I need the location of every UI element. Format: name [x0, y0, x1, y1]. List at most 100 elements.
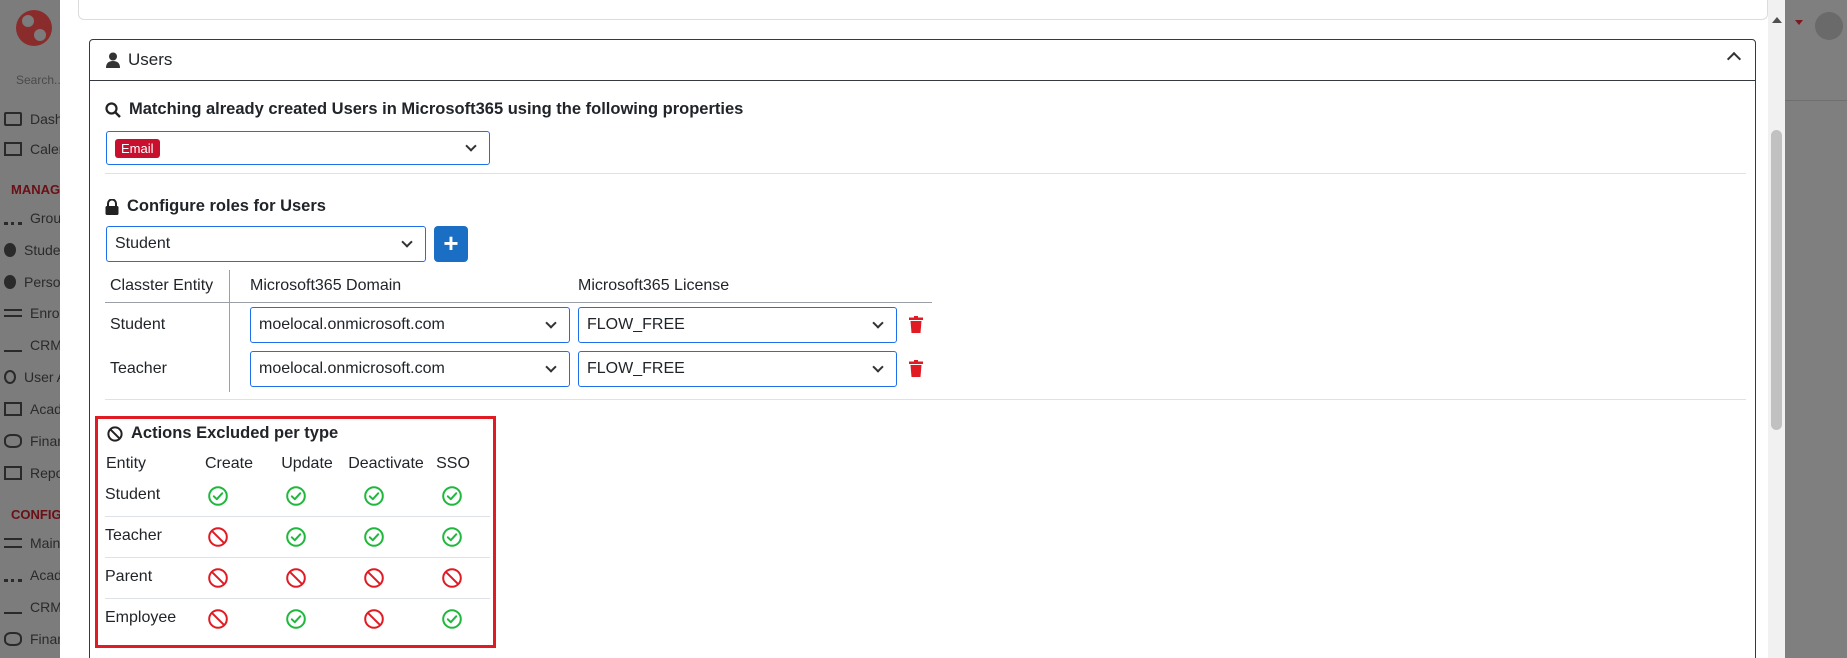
chevron-down-icon	[872, 317, 884, 329]
roles-title: Configure roles for Users	[105, 197, 326, 216]
nav-item-reports[interactable]: Reports	[4, 462, 60, 484]
nav-item-finance[interactable]: Finance	[4, 430, 60, 452]
domain-select[interactable]: moelocal.onmicrosoft.com	[250, 351, 570, 387]
roles-title-text: Configure roles for Users	[127, 197, 326, 215]
lock-icon	[105, 198, 119, 215]
nav-label: Finance	[30, 433, 60, 449]
calendar-icon	[4, 142, 22, 156]
ban-icon[interactable]	[207, 608, 229, 630]
check-circle-icon[interactable]	[285, 608, 307, 630]
role-select-value: Student	[115, 235, 171, 252]
nav-label: Dashboard	[30, 111, 60, 127]
nav-label: CRM	[30, 337, 60, 353]
ban-icon	[107, 425, 123, 442]
nav-item-persons[interactable]: Persons	[4, 271, 60, 293]
students-icon	[4, 243, 16, 257]
role-select[interactable]: Student	[106, 226, 426, 262]
chevron-up-icon[interactable]	[1726, 51, 1742, 67]
check-circle-icon[interactable]	[441, 485, 463, 507]
actions-title: Actions Excluded per type	[107, 424, 338, 443]
trash-icon[interactable]	[909, 360, 923, 377]
coins-icon	[4, 632, 22, 646]
nav-item-academic[interactable]: Academic	[4, 398, 60, 420]
nav-label: Persons	[24, 274, 60, 290]
nav-section-config: CONFIG	[11, 507, 60, 522]
divider	[105, 598, 490, 599]
domain-select[interactable]: moelocal.onmicrosoft.com	[250, 307, 570, 343]
groups-icon	[4, 211, 22, 225]
ban-icon[interactable]	[207, 567, 229, 589]
ban-icon[interactable]	[285, 567, 307, 589]
ban-icon[interactable]	[363, 608, 385, 630]
sliders-icon	[4, 538, 22, 548]
divider	[105, 302, 932, 303]
chevron-down-icon[interactable]	[1795, 20, 1803, 25]
divider	[105, 399, 1746, 400]
previous-card	[78, 0, 1768, 20]
matching-properties-select[interactable]: Email	[106, 131, 490, 165]
nav-label: Groups	[30, 210, 60, 226]
nav-label: Students	[24, 242, 60, 258]
nav-item-finance-settings[interactable]: Finance Settings	[4, 628, 60, 650]
domain-value: moelocal.onmicrosoft.com	[259, 360, 445, 377]
nav-item-students[interactable]: Students	[4, 239, 60, 261]
chevron-down-icon	[545, 317, 557, 329]
laptop-icon	[4, 112, 22, 126]
nav-item-crm-settings[interactable]: CRM Settings	[4, 596, 60, 618]
groups-icon	[4, 568, 22, 582]
check-circle-icon[interactable]	[363, 485, 385, 507]
nav-item-crm[interactable]: CRM	[4, 334, 60, 356]
app-logo	[16, 10, 52, 46]
ban-icon[interactable]	[363, 567, 385, 589]
nav-item-academic-settings[interactable]: Academic Settings	[4, 564, 60, 586]
add-role-button[interactable]: +	[434, 226, 468, 262]
app-header-right	[1785, 0, 1847, 658]
role-entity: Teacher	[110, 360, 167, 377]
check-circle-icon[interactable]	[207, 485, 229, 507]
column-header: Classter Entity	[110, 277, 214, 294]
modal-scrollbar[interactable]	[1768, 0, 1785, 658]
nav-item-calendar[interactable]: Calendar	[4, 138, 60, 160]
check-circle-icon[interactable]	[285, 485, 307, 507]
check-circle-icon[interactable]	[363, 526, 385, 548]
nav-label: Finance Settings	[30, 631, 60, 647]
check-circle-icon[interactable]	[441, 608, 463, 630]
divider	[105, 173, 1746, 174]
email-tag[interactable]: Email	[115, 138, 160, 158]
license-select[interactable]: FLOW_FREE	[578, 351, 897, 387]
avatar[interactable]	[1815, 12, 1843, 40]
nav-section-manage: MANAGE	[11, 182, 60, 197]
app-sidebar: Search... Dashboard Calendar MANAGE Grou…	[0, 0, 60, 658]
column-header: Create	[204, 455, 254, 472]
chevron-down-icon	[545, 361, 557, 373]
nav-label: User Access	[24, 369, 60, 385]
check-circle-icon[interactable]	[441, 526, 463, 548]
nav-item-dashboard[interactable]: Dashboard	[4, 108, 60, 130]
ban-icon[interactable]	[207, 526, 229, 548]
chevron-down-icon	[465, 140, 477, 152]
check-circle-icon[interactable]	[285, 526, 307, 548]
nav-item-groups[interactable]: Groups	[4, 207, 60, 229]
chevron-down-icon	[872, 361, 884, 373]
column-header: Microsoft365 Domain	[250, 277, 402, 294]
ban-icon[interactable]	[441, 567, 463, 589]
scroll-thumb[interactable]	[1771, 130, 1782, 430]
license-value: FLOW_FREE	[587, 360, 685, 377]
nav-item-user-access[interactable]: User Access	[4, 366, 60, 388]
scroll-up-arrow[interactable]	[1772, 17, 1782, 23]
role-entity: Student	[110, 316, 166, 333]
trash-icon[interactable]	[909, 316, 923, 333]
nav-label: Academic Settings	[30, 567, 60, 583]
matching-title-text: Matching already created Users in Micros…	[129, 100, 744, 118]
nav-item-enrollments[interactable]: Enrollments	[4, 302, 60, 324]
nav-item-main-settings[interactable]: Main Settings	[4, 532, 60, 554]
license-select[interactable]: FLOW_FREE	[578, 307, 897, 343]
action-entity-label: Teacher	[105, 527, 162, 544]
app-search-input[interactable]: Search...	[16, 73, 60, 87]
print-icon	[4, 466, 22, 480]
modal-dialog: Users Matching already created Users in …	[60, 0, 1785, 658]
column-header: Entity	[106, 455, 147, 472]
chart-icon	[4, 600, 22, 614]
users-card-header[interactable]: Users	[90, 40, 1755, 81]
divider	[229, 270, 230, 392]
